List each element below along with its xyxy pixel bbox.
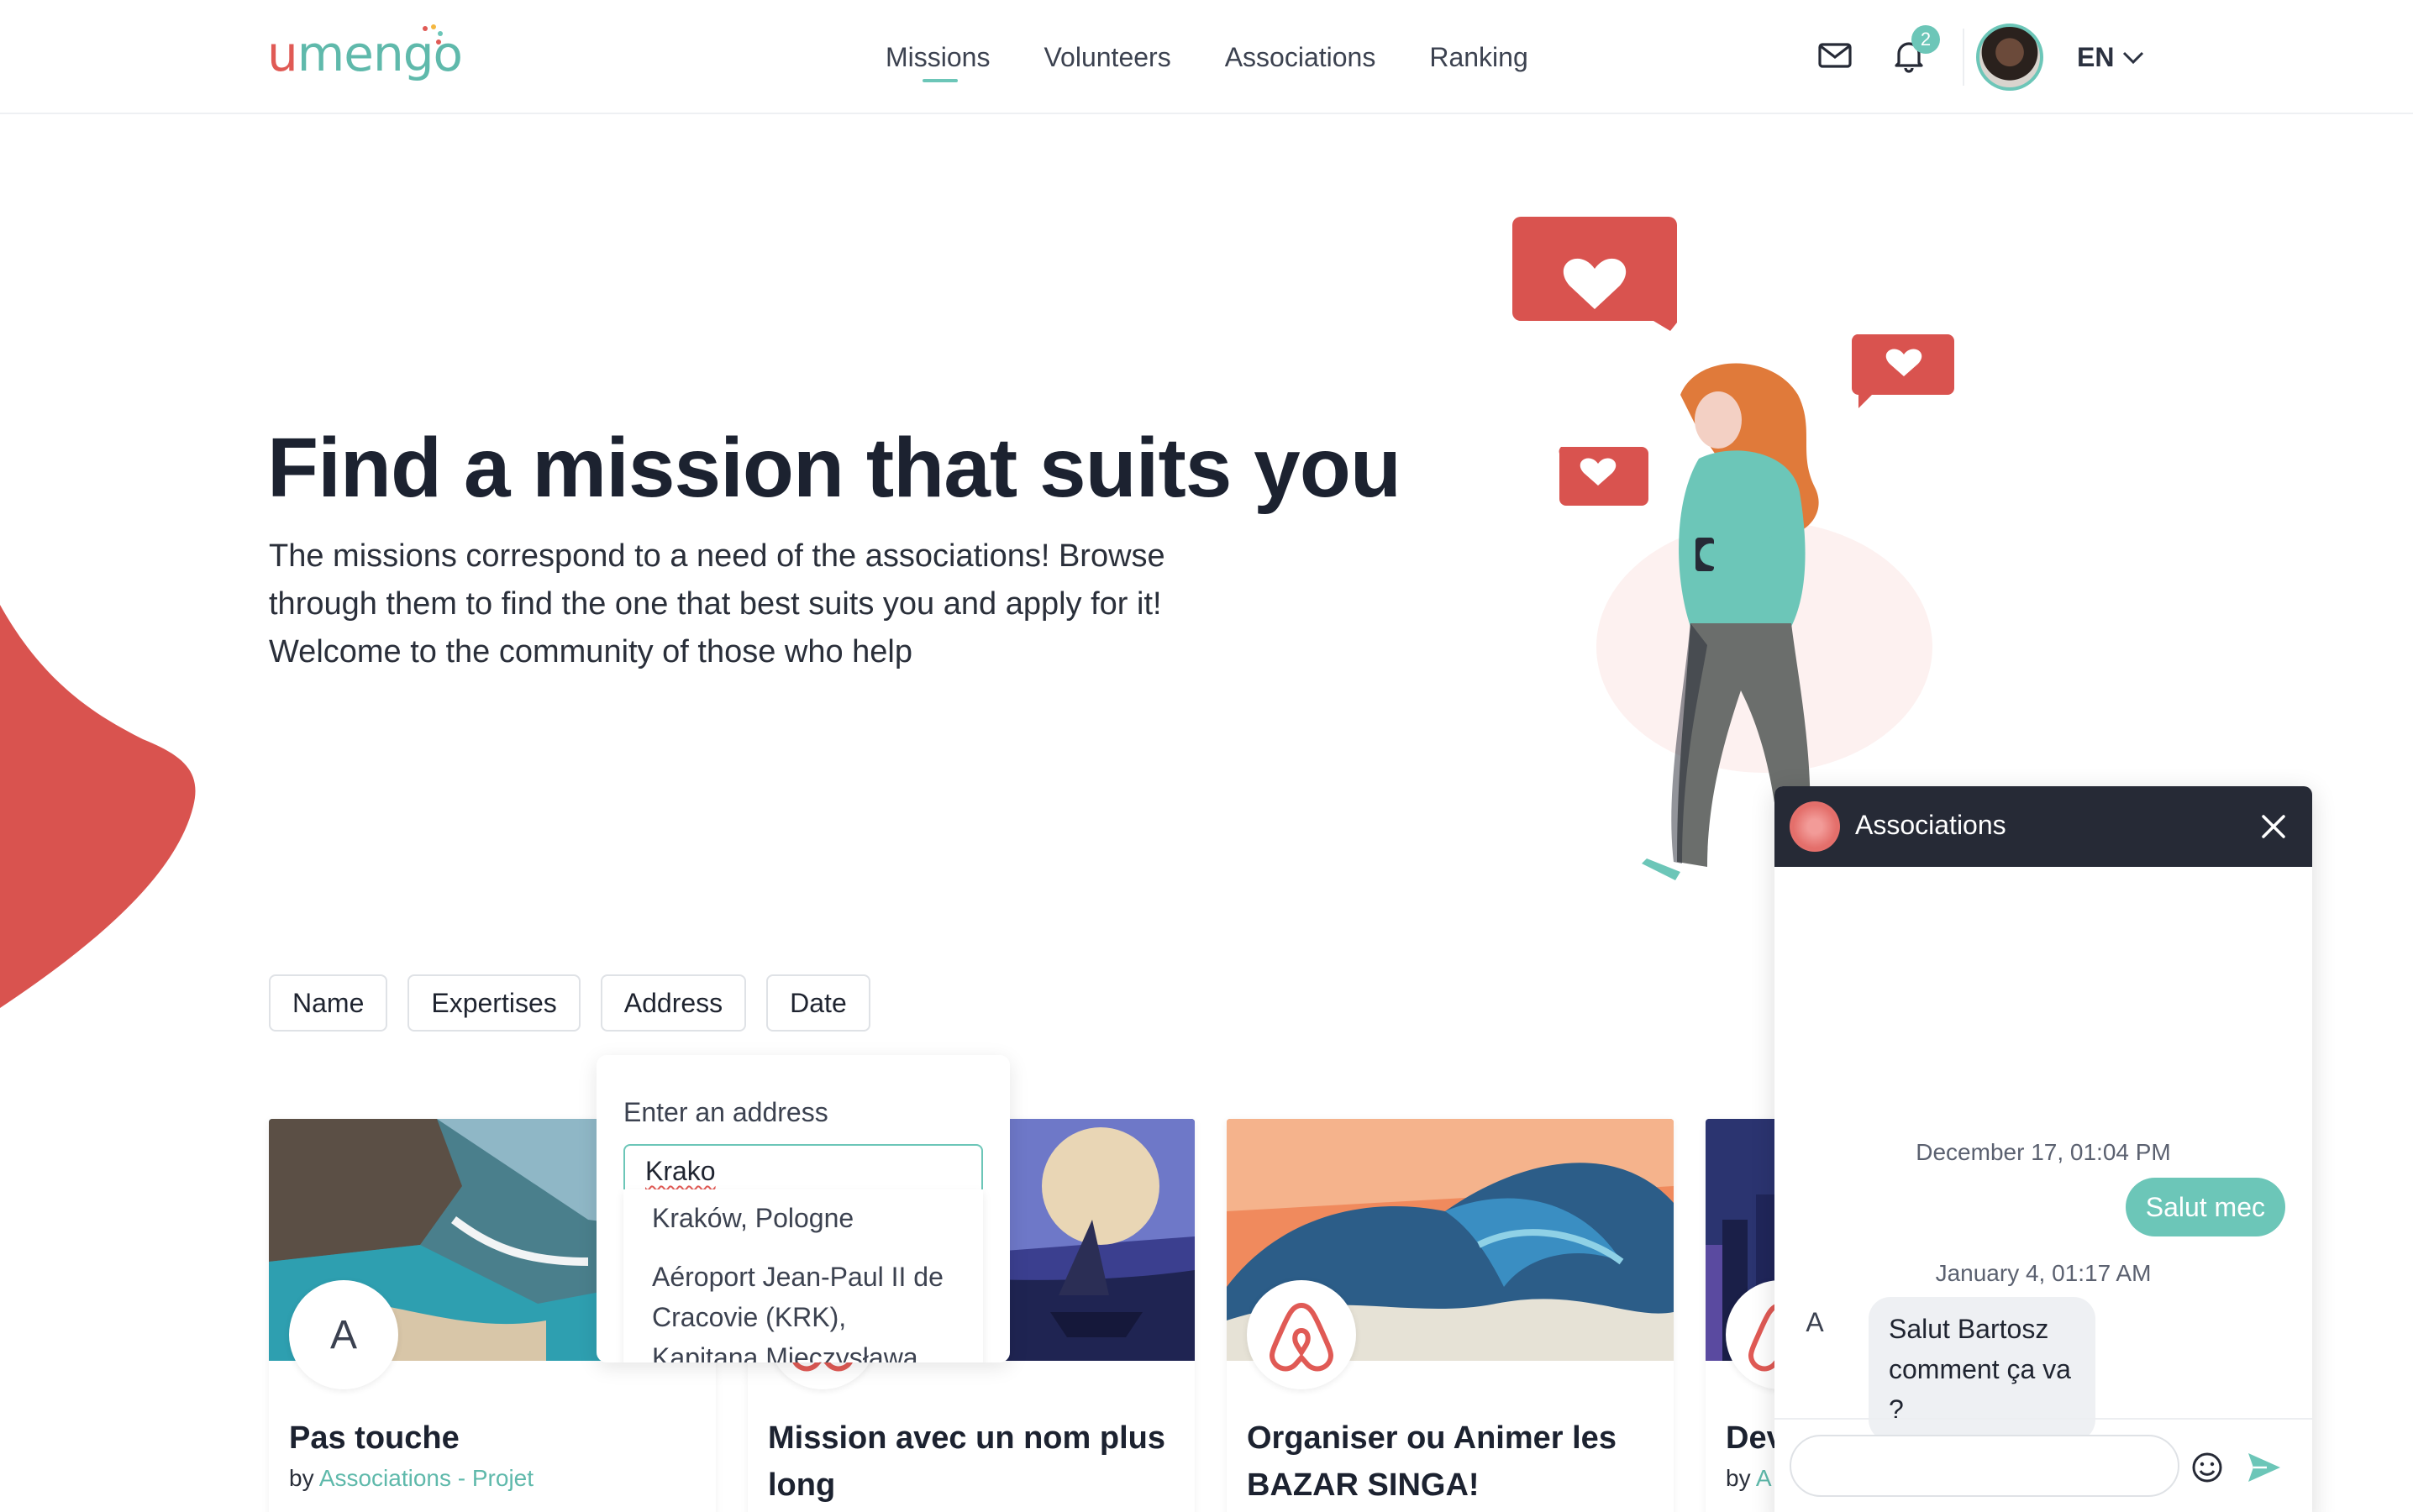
mission-card-author: by A (1726, 1465, 1772, 1492)
address-filter-popover: Enter an address Krako Kraków, Pologne A… (597, 1055, 1010, 1362)
send-icon[interactable] (2245, 1448, 2284, 1487)
mission-card-author: by Associations - Projet (289, 1465, 534, 1492)
decorative-blob (0, 605, 196, 1008)
mission-card-title: Mission avec un nom plus long (768, 1420, 1165, 1503)
chevron-down-icon (2123, 51, 2144, 64)
sender-avatar: A (1806, 1307, 1824, 1337)
nav-associations[interactable]: Associations (1225, 42, 1376, 73)
language-selector[interactable]: EN (2077, 42, 2144, 73)
nav-divider (1963, 29, 1964, 86)
address-suggestion[interactable]: Kraków, Pologne (623, 1189, 983, 1248)
top-navbar: umengo Missions Volunteers Associations … (0, 0, 2413, 114)
outgoing-message: Salut mec (2125, 1178, 2285, 1236)
organization-link[interactable]: Associations - Projet (319, 1465, 534, 1491)
address-input-value: Krako (645, 1156, 716, 1186)
address-input-label: Enter an address (623, 1097, 828, 1127)
notification-badge: 2 (1911, 25, 1940, 54)
mission-card-title: Pas touche (289, 1420, 460, 1456)
filter-expertises-button[interactable]: Expertises (407, 974, 581, 1032)
user-avatar[interactable] (1976, 24, 2043, 91)
message-date: December 17, 01:04 PM (1916, 1139, 2171, 1165)
close-icon[interactable] (2258, 811, 2289, 842)
filter-name-button[interactable]: Name (269, 974, 388, 1032)
language-label: EN (2077, 42, 2115, 72)
logo-letter-u: u (267, 25, 298, 82)
chat-association-avatar (1790, 801, 1840, 852)
filter-address-button[interactable]: Address (600, 974, 747, 1032)
logo-dots-icon (423, 24, 443, 45)
chat-header: Associations (1774, 786, 2312, 867)
main-nav: Missions Volunteers Associations Ranking (886, 42, 1582, 82)
hero-title: Find a mission that suits you (267, 421, 1401, 515)
mission-card-title: Organiser ou Animer les BAZAR SINGA! (1247, 1420, 1617, 1503)
chat-title: Associations (1855, 810, 2006, 840)
filter-date-button[interactable]: Date (766, 974, 870, 1032)
message-date: January 4, 01:17 AM (1935, 1260, 2152, 1286)
chat-composer (1774, 1418, 2312, 1512)
organization-link[interactable]: A (1756, 1465, 1772, 1491)
mission-filters: Name Expertises Address Date (269, 974, 870, 1032)
chat-window: Associations December 17, 01:04 PM Salut… (1774, 786, 2312, 1512)
airbnb-logo-icon (1247, 1280, 1356, 1389)
emoji-icon[interactable] (2190, 1450, 2225, 1485)
mail-icon[interactable] (1816, 37, 1853, 74)
by-label: by (289, 1465, 314, 1491)
chat-message-input[interactable] (1790, 1435, 2179, 1497)
nav-missions[interactable]: Missions (886, 42, 990, 82)
mission-card[interactable]: Organiser ou Animer les BAZAR SINGA! (1227, 1119, 1674, 1512)
address-suggestions-list: Kraków, Pologne Aéroport Jean-Paul II de… (623, 1189, 983, 1362)
umengo-logo[interactable]: umengo (267, 24, 463, 82)
nav-ranking[interactable]: Ranking (1429, 42, 1527, 73)
address-suggestion[interactable]: Aéroport Jean-Paul II de Cracovie (KRK),… (623, 1248, 983, 1362)
association-logo: A (289, 1280, 398, 1389)
by-label: by (1726, 1465, 1751, 1491)
hero-description: The missions correspond to a need of the… (269, 538, 1165, 669)
nav-volunteers[interactable]: Volunteers (1044, 42, 1170, 73)
